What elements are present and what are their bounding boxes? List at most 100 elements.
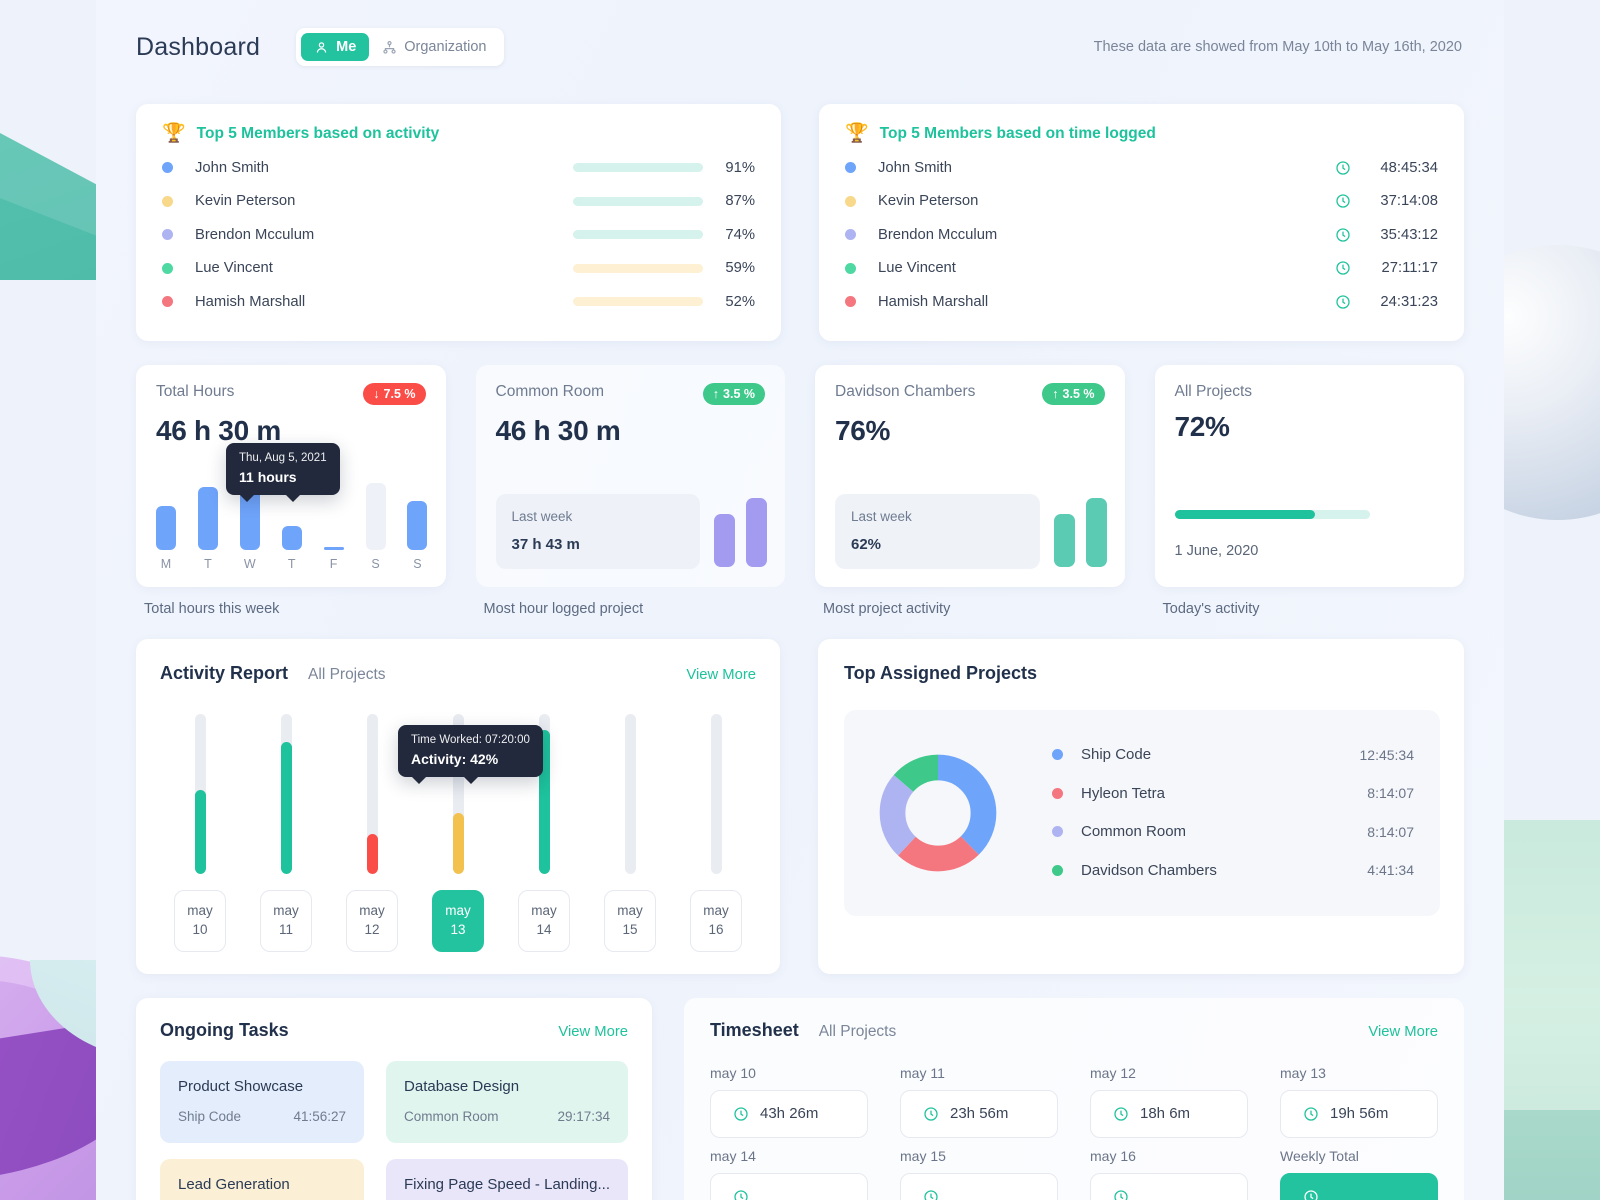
activity-tooltip-activity: Activity: 42% bbox=[411, 750, 499, 767]
total-hours-bar bbox=[156, 505, 176, 550]
davidson-chambers-bar bbox=[1085, 497, 1107, 567]
activity-member-row: Brendon Mcculum 74% bbox=[162, 218, 755, 252]
projects-donut-chart bbox=[879, 754, 997, 871]
activity-member-row: John Smith 91% bbox=[162, 151, 755, 185]
timesheet-header: Timesheet All Projects View More bbox=[710, 1020, 1438, 1041]
timesheet-day-label: may 16 bbox=[1090, 1147, 1136, 1164]
activity-bar-track bbox=[366, 713, 378, 874]
total-hours-axis-tick: W bbox=[243, 556, 256, 571]
activity-percent: 59% bbox=[725, 260, 755, 277]
task-tile[interactable]: Lead Generation bbox=[160, 1158, 365, 1200]
activity-day-chip[interactable]: may 16 bbox=[690, 889, 742, 952]
activity-report-subtitle: All Projects bbox=[308, 665, 386, 683]
activity-day-chip[interactable]: may 14 bbox=[518, 889, 570, 952]
task-tile[interactable]: Fixing Page Speed - Landing... bbox=[386, 1158, 628, 1200]
task-meta: Common Room 29:17:34 bbox=[404, 1109, 610, 1124]
clock-icon bbox=[924, 1106, 938, 1121]
activity-member-row: Kevin Peterson 87% bbox=[162, 185, 755, 219]
timesheet-cell: Weekly Total bbox=[1280, 1148, 1438, 1200]
time-logged-value: 48:45:34 bbox=[1380, 159, 1438, 176]
activity-bar-column bbox=[260, 713, 312, 874]
activity-report-view-more[interactable]: View More bbox=[686, 667, 756, 683]
timesheet-chip[interactable]: 43h 26m bbox=[710, 1089, 868, 1138]
timesheet-cell: may 16 bbox=[1090, 1148, 1248, 1200]
timesheet-chip[interactable] bbox=[1090, 1172, 1248, 1200]
activity-bar-track bbox=[573, 263, 703, 273]
member-name: Lue Vincent bbox=[195, 260, 273, 277]
activity-day-chip[interactable]: may 15 bbox=[604, 889, 656, 952]
bottom-row: Ongoing Tasks View More Product Showcase… bbox=[96, 997, 1504, 1200]
time-member-row: Hamish Marshall 24:31:23 bbox=[845, 285, 1438, 319]
project-color-dot bbox=[1052, 787, 1063, 799]
davidson-chambers-value: 76% bbox=[835, 414, 891, 446]
time-card-header: 🏆 Top 5 Members based on time logged bbox=[845, 124, 1438, 143]
activity-day-chip[interactable]: may 13 bbox=[432, 889, 484, 952]
activity-day-chip[interactable]: may 10 bbox=[174, 889, 226, 952]
total-hours-label: Total Hours bbox=[156, 382, 235, 400]
activity-percent: 87% bbox=[725, 193, 755, 210]
segment-me[interactable]: Me bbox=[301, 33, 370, 61]
task-name: Database Design bbox=[404, 1077, 520, 1095]
task-project: Common Room bbox=[404, 1108, 499, 1124]
timesheet-chip[interactable] bbox=[1280, 1172, 1438, 1200]
timesheet-chip[interactable] bbox=[710, 1172, 868, 1200]
ongoing-tasks-view-more[interactable]: View More bbox=[558, 1024, 628, 1040]
member-color-dot bbox=[162, 296, 173, 308]
activity-bar-track bbox=[573, 230, 703, 240]
day-chip-month: may bbox=[359, 903, 385, 919]
tooltip-value: 11 hours bbox=[239, 468, 297, 485]
member-name: John Smith bbox=[195, 159, 270, 176]
time-member-row: John Smith 48:45:34 bbox=[845, 151, 1438, 185]
common-room-bars bbox=[714, 479, 767, 569]
clock-icon bbox=[1336, 194, 1350, 208]
day-chip-month: may bbox=[531, 903, 557, 919]
timesheet-chip[interactable] bbox=[900, 1172, 1058, 1200]
timesheet-cell: may 14 bbox=[710, 1148, 868, 1200]
davidson-lastweek-label: Last week bbox=[851, 508, 912, 524]
segment-me-label: Me bbox=[336, 39, 357, 55]
timesheet-day-label: may 10 bbox=[710, 1064, 756, 1081]
task-tile[interactable]: Product Showcase Ship Code 41:56:27 bbox=[160, 1060, 365, 1143]
timesheet-view-more[interactable]: View More bbox=[1368, 1024, 1438, 1040]
arrow-up-icon: ↑ bbox=[712, 386, 720, 401]
segment-organization[interactable]: Organization bbox=[369, 33, 499, 61]
org-chart-icon bbox=[383, 40, 396, 54]
activity-member-list: John Smith 91% Kevin Peterson 87% Brendon Mc… bbox=[162, 151, 755, 319]
time-logged-cell: 24:31:23 bbox=[1335, 294, 1438, 310]
activity-day-chip[interactable]: may 11 bbox=[260, 889, 312, 952]
project-time: 4:41:34 bbox=[1367, 862, 1414, 879]
task-tile[interactable]: Database Design Common Room 29:17:34 bbox=[386, 1060, 628, 1143]
activity-day-chip[interactable]: may 12 bbox=[346, 889, 398, 952]
day-chip-day: 16 bbox=[708, 921, 724, 937]
timesheet-subtitle: All Projects bbox=[818, 1022, 897, 1040]
timesheet-chip[interactable]: 23h 56m bbox=[900, 1089, 1058, 1138]
timesheet-cell: may 10 43h 26m bbox=[710, 1065, 868, 1138]
timesheet-cell: may 15 bbox=[900, 1148, 1058, 1200]
time-logged-value: 37:14:08 bbox=[1380, 193, 1438, 210]
common-room-caption: Most hour logged project bbox=[483, 600, 644, 617]
total-hours-caption: Total hours this week bbox=[144, 600, 280, 617]
day-chip-month: may bbox=[273, 903, 299, 919]
clock-icon bbox=[924, 1189, 938, 1200]
member-name: Lue Vincent bbox=[878, 260, 956, 277]
project-time: 8:14:07 bbox=[1367, 823, 1414, 840]
common-room-lastweek-label: Last week bbox=[511, 508, 573, 524]
time-member-row: Brendon Mcculum 35:43:12 bbox=[845, 218, 1438, 252]
timesheet-chip[interactable]: 18h 6m bbox=[1090, 1089, 1248, 1138]
member-name: Brendon Mcculum bbox=[878, 226, 998, 243]
task-project: Ship Code bbox=[178, 1108, 242, 1124]
day-chip-month: may bbox=[445, 903, 471, 919]
all-projects-value: 72% bbox=[1174, 410, 1230, 442]
activity-day-chips: may 10 may 11 may 12 may 13 may 14 may 15 may 16 bbox=[160, 889, 756, 952]
timesheet-day-label: may 14 bbox=[710, 1147, 756, 1164]
activity-bar-fill bbox=[366, 833, 378, 874]
total-hours-axis-labels: MTWTFSS bbox=[156, 557, 428, 571]
clock-icon bbox=[1114, 1106, 1128, 1121]
mid-row: Activity Report All Projects View More m… bbox=[96, 638, 1504, 974]
activity-report-header: Activity Report All Projects View More bbox=[160, 663, 756, 684]
trophy-icon: 🏆 bbox=[162, 123, 186, 144]
member-name: Hamish Marshall bbox=[195, 293, 306, 310]
member-color-dot bbox=[162, 162, 173, 174]
member-color-dot bbox=[845, 262, 856, 274]
timesheet-chip[interactable]: 19h 56m bbox=[1280, 1089, 1438, 1138]
